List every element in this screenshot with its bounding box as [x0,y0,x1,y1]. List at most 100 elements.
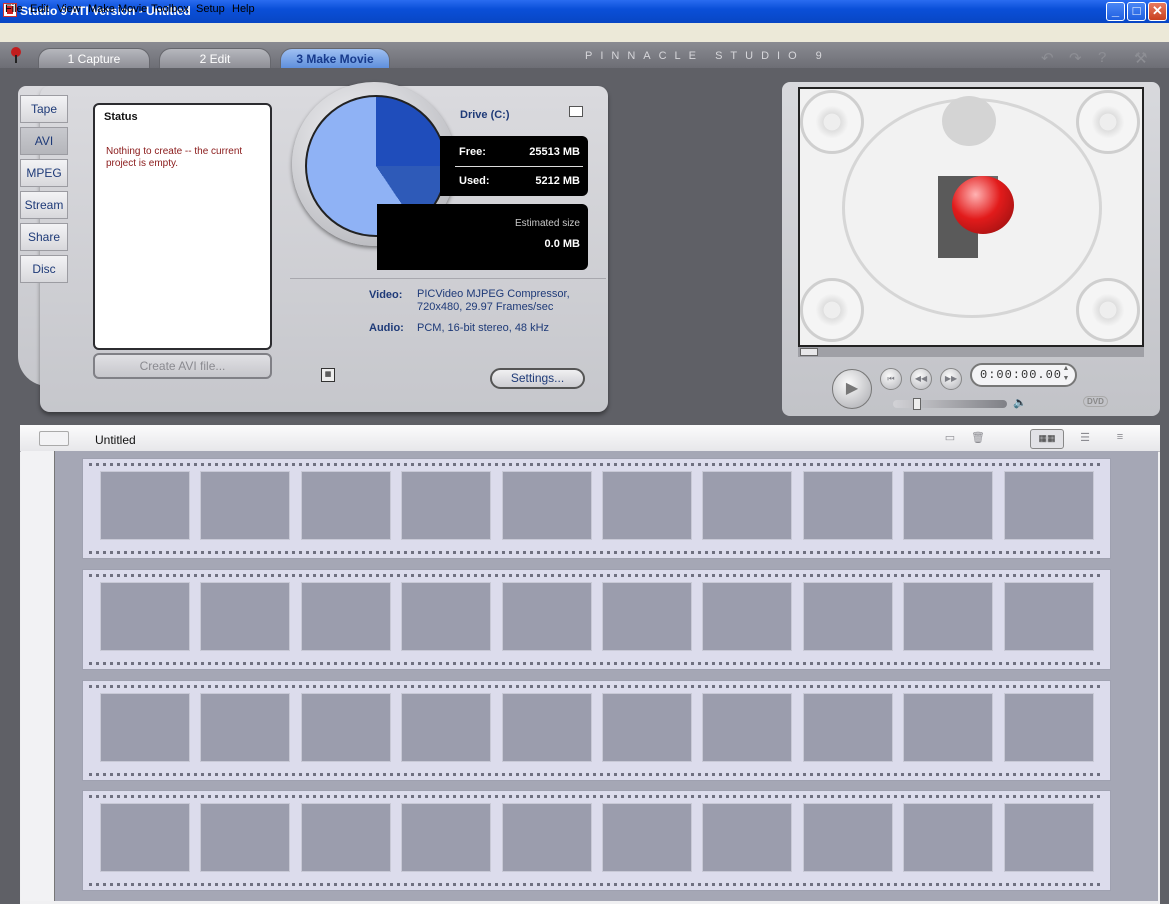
storyboard-slot[interactable] [803,471,893,540]
dvd-logo[interactable]: DVD [1083,396,1108,407]
audio-label: Audio: [369,322,404,334]
storyboard-slot[interactable] [702,803,792,872]
close-button[interactable]: ✕ [1148,2,1167,21]
storyboard-slot[interactable] [903,803,993,872]
storyboard-slot[interactable] [702,582,792,651]
folder-icon[interactable] [569,106,583,117]
side-tab-disc[interactable]: Disc [20,255,68,283]
menu-edit[interactable]: Edit [30,3,49,15]
fast-forward-button[interactable]: ▶▶ [940,368,962,390]
text-view-icon[interactable]: ☰ [1074,431,1096,444]
menu-help[interactable]: Help [232,3,255,15]
storyboard-slot[interactable] [1004,471,1094,540]
storyboard-slot[interactable] [301,803,391,872]
film-reel-graphic [1076,278,1140,342]
storyboard-slot[interactable] [602,582,692,651]
film-reel-graphic [800,278,864,342]
tab-capture[interactable]: 1 Capture [38,48,150,68]
menu-toolbox[interactable]: Toolbox [151,3,189,15]
estimated-size-value: 0.0 MB [544,238,580,250]
storyboard-slot[interactable] [803,693,893,762]
go-to-start-button[interactable]: ⏮ [880,368,902,390]
storyboard-slot[interactable] [1004,582,1094,651]
storyboard-slot[interactable] [301,693,391,762]
storyboard-slot[interactable] [502,693,592,762]
speaker-icon: 🔈 [1013,397,1027,409]
settings-button[interactable]: Settings... [490,368,585,389]
menu-file[interactable]: File [5,3,23,15]
free-label: Free: [459,146,486,158]
storyboard-slot[interactable] [903,582,993,651]
clapperboard-icon[interactable]: ▦ [321,368,335,382]
video-format-value: PICVideo MJPEG Compressor, 720x480, 29.9… [417,288,570,313]
status-message: Nothing to create -- the current project… [106,146,243,169]
used-label: Used: [459,175,490,187]
storyboard-slot[interactable] [100,471,190,540]
rewind-button[interactable]: ◀◀ [910,368,932,390]
storyboard-slot[interactable] [602,471,692,540]
timecode-spinner[interactable]: ▲ ▼ [1056,364,1076,386]
tab-make-movie[interactable]: 3 Make Movie [280,48,390,68]
used-value: 5212 MB [535,175,580,187]
scrub-bar[interactable] [798,347,1144,357]
play-button[interactable]: ▶ [832,369,872,409]
timeline-view-icon[interactable]: ≡ [1108,431,1132,444]
storyboard-slot[interactable] [401,693,491,762]
storyboard-slot[interactable] [702,471,792,540]
red-ball-logo [952,176,1014,234]
redo-icon[interactable]: ↷ [1069,49,1082,67]
storyboard-slot[interactable] [200,471,290,540]
menu-bar [0,23,1169,42]
storyboard-slot[interactable] [200,803,290,872]
storyboard-slot[interactable] [803,582,893,651]
storyboard-slot[interactable] [301,582,391,651]
storyboard-slot[interactable] [100,803,190,872]
storyboard-icon[interactable]: ▭ [942,431,958,444]
side-tab-avi[interactable]: AVI [20,127,68,155]
trash-icon[interactable]: 🗑 [970,431,986,444]
storyboard-slot[interactable] [502,471,592,540]
filmstrip-row [82,680,1111,781]
maximize-button[interactable]: □ [1127,2,1146,21]
storyboard-slot[interactable] [502,582,592,651]
side-tab-stream[interactable]: Stream [20,191,68,219]
storyboard-slot[interactable] [803,803,893,872]
album-case-icon[interactable] [39,431,69,446]
help-icon[interactable]: ? [1098,49,1106,66]
side-tab-share[interactable]: Share [20,223,68,251]
menu-setup[interactable]: Setup [196,3,225,15]
storyboard-slot[interactable] [401,471,491,540]
storyboard-slot[interactable] [200,693,290,762]
storyboard-slot[interactable] [401,803,491,872]
create-avi-button[interactable]: Create AVI file... [93,353,272,379]
storyboard-slot[interactable] [903,693,993,762]
audio-format-value: PCM, 16-bit stereo, 48 kHz [417,322,550,334]
storyboard-slot[interactable] [200,582,290,651]
menu-view[interactable]: View [57,3,81,15]
storyboard-slot[interactable] [100,582,190,651]
storyboard-slot[interactable] [602,803,692,872]
side-tab-tape[interactable]: Tape [20,95,68,123]
scrub-handle[interactable] [800,348,818,356]
menu-make-movie[interactable]: Make Movie [88,3,147,15]
storyboard-slot[interactable] [401,582,491,651]
wrench-icon[interactable]: ⚒ [1134,49,1147,67]
film-reel-graphic [1076,90,1140,154]
storyboard-slot[interactable] [301,471,391,540]
storyboard-slot[interactable] [502,803,592,872]
storyboard-slot[interactable] [1004,693,1094,762]
storyboard-slot[interactable] [903,471,993,540]
undo-icon[interactable]: ↶ [1041,49,1054,67]
storyboard-slot[interactable] [702,693,792,762]
filmstrip-row [82,458,1111,559]
tab-edit[interactable]: 2 Edit [159,48,271,68]
storyboard-slot[interactable] [1004,803,1094,872]
thumbnail-view-icon[interactable]: ▦▦ [1030,429,1064,449]
minimize-button[interactable]: _ [1106,2,1125,21]
volume-slider[interactable] [893,400,1007,408]
side-tab-mpeg[interactable]: MPEG [20,159,68,187]
volume-thumb[interactable] [913,398,921,410]
storyboard-slot[interactable] [100,693,190,762]
filmstrip-row [82,790,1111,891]
storyboard-slot[interactable] [602,693,692,762]
